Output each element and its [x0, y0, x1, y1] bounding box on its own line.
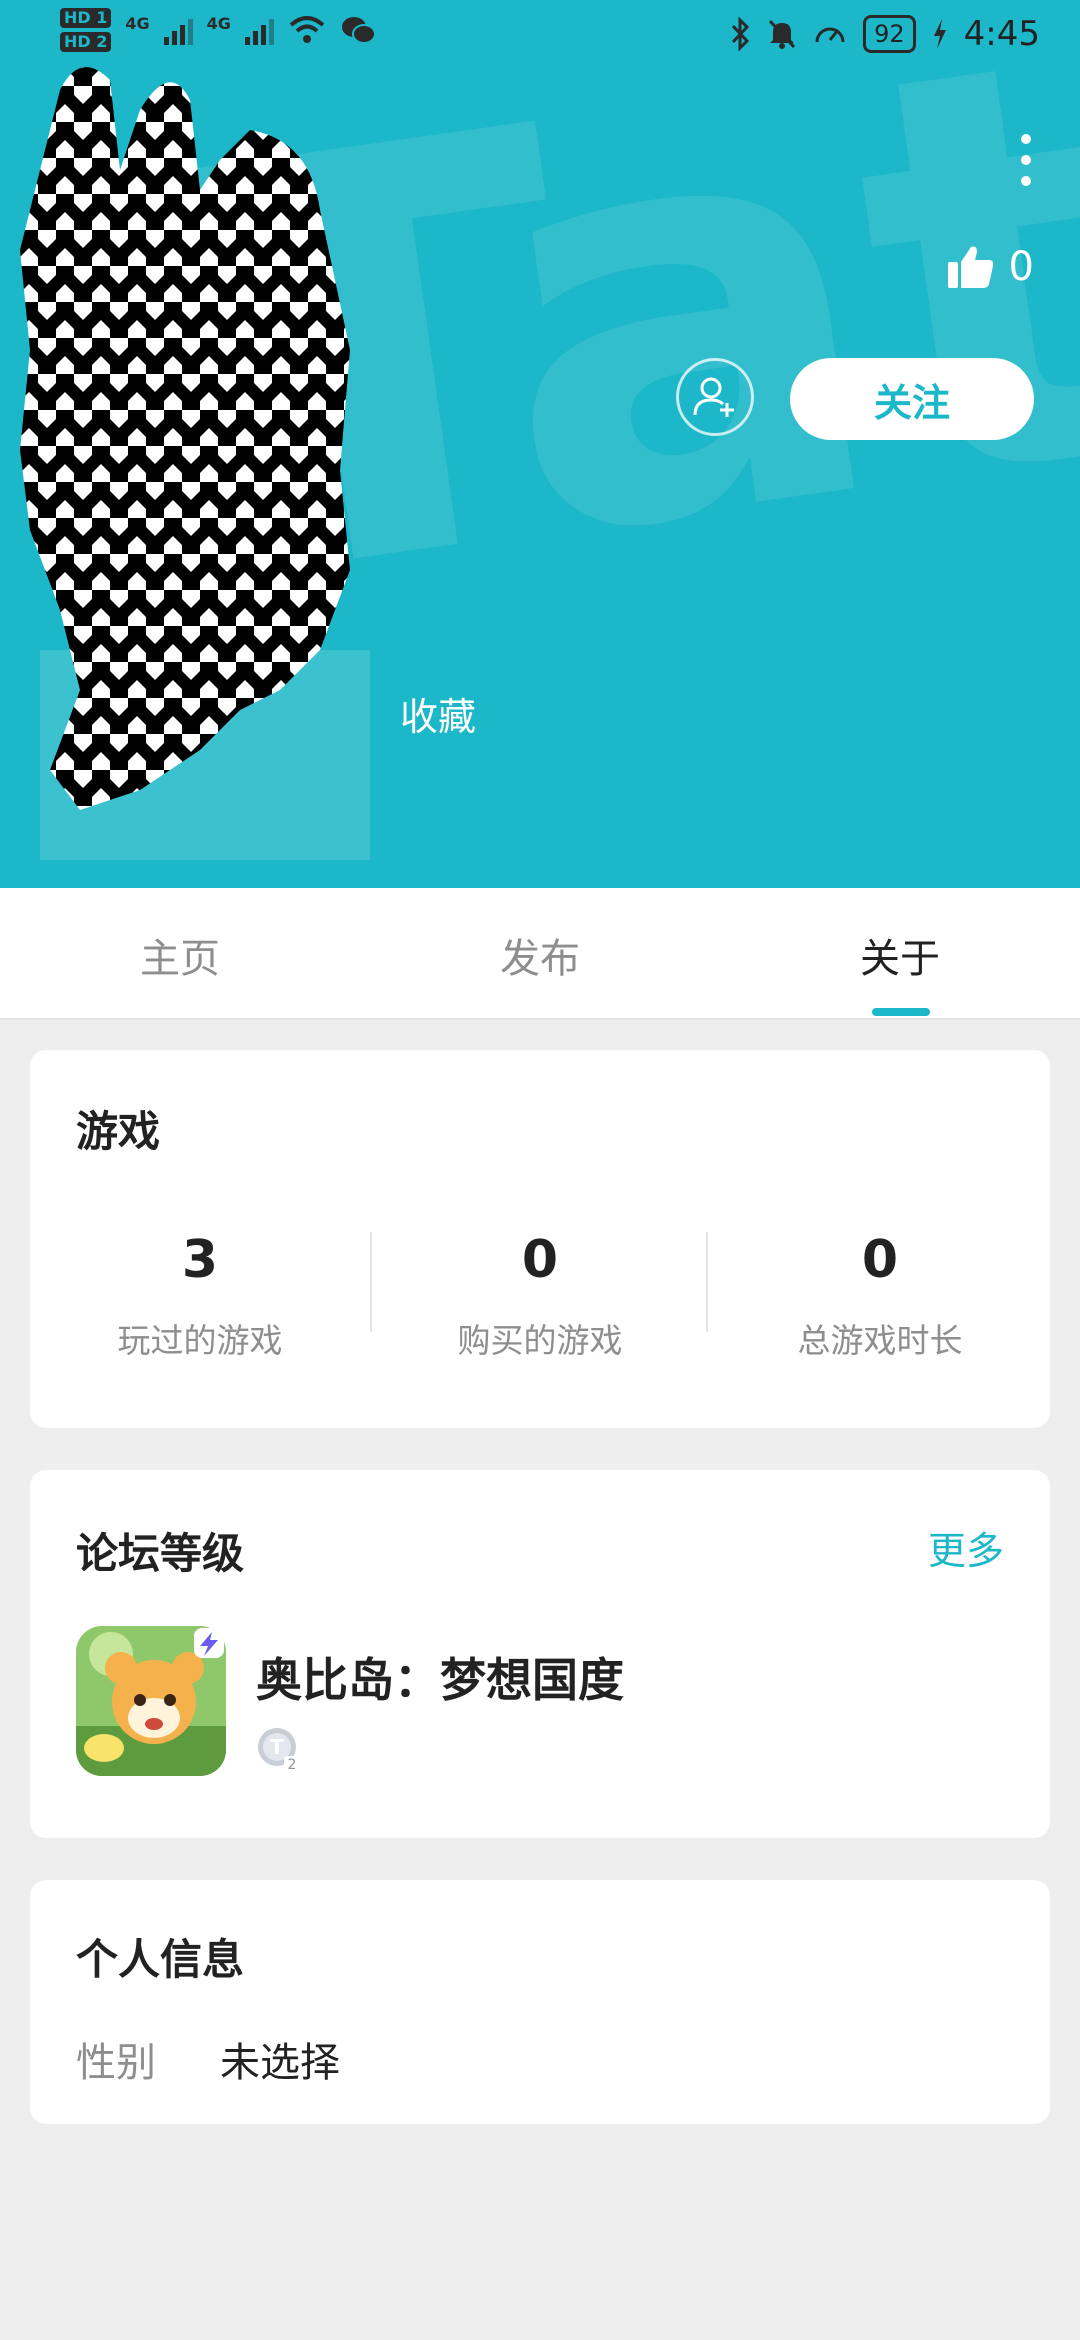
thumbs-up-icon [947, 246, 993, 288]
follow-button[interactable]: 关注 [790, 358, 1034, 440]
more-options-icon[interactable] [1016, 134, 1036, 186]
signal2-icon [244, 15, 274, 45]
add-user-icon [693, 377, 734, 417]
like-count: 0 [1008, 244, 1034, 290]
active-tab-indicator [872, 1008, 930, 1016]
svg-text:T: T [270, 1735, 284, 1759]
stat-purchased-games[interactable]: 0 购买的游戏 [370, 1230, 710, 1362]
battery-indicator: 92 [863, 15, 916, 53]
tab-about[interactable]: 关于 [720, 926, 1080, 984]
status-left: HD 1 HD 2 4G 4G [60, 8, 376, 52]
profile-tabs: 主页 发布 关于 [0, 888, 1080, 1020]
wifi-icon [289, 16, 325, 43]
sim2-badge: HD 2 [60, 32, 112, 52]
redacted-scribble [20, 67, 350, 811]
gender-label: 性别 [76, 2040, 156, 2086]
tab-posts[interactable]: 发布 [360, 926, 720, 984]
add-friend-button[interactable] [676, 358, 754, 436]
forum-level-badge: T 2 [258, 1728, 300, 1772]
stat-value: 0 [861, 1230, 899, 1290]
svg-text:2: 2 [288, 1757, 297, 1772]
forum-card-title: 论坛等级 [76, 1529, 245, 1578]
charging-icon [933, 19, 946, 49]
status-right: 92 4:45 [729, 14, 1040, 54]
sim1-badge: HD 1 [60, 8, 112, 28]
speedometer-icon [815, 27, 845, 43]
forum-level-card: 论坛等级 更多 奥比岛：梦想国度 T 2 [30, 1470, 1050, 1838]
bluetooth-icon [731, 17, 750, 51]
games-card-title: 游戏 [76, 1107, 161, 1156]
game-app-icon[interactable] [76, 1626, 226, 1776]
personal-info-card: 个人信息 性别 未选择 [30, 1880, 1050, 2124]
game-name[interactable]: 奥比岛：梦想国度 [256, 1644, 624, 1710]
wechat-icon [341, 17, 376, 44]
games-card: 游戏 3 玩过的游戏 0 购买的游戏 0 总游戏时长 [30, 1050, 1050, 1428]
personal-card-title: 个人信息 [76, 1935, 245, 1984]
stat-total-playtime[interactable]: 0 总游戏时长 [710, 1230, 1050, 1362]
tab-home[interactable]: 主页 [0, 926, 360, 984]
like-counter[interactable]: 0 [947, 244, 1034, 290]
stat-label: 购买的游戏 [457, 1321, 623, 1360]
stat-divider [706, 1232, 708, 1332]
stat-value: 3 [181, 1230, 219, 1290]
mute-bell-icon [768, 19, 796, 49]
network2-label: 4G [206, 14, 231, 33]
gender-value: 未选择 [220, 2040, 340, 2086]
collect-label[interactable]: 收藏 [400, 686, 476, 741]
signal1-icon [163, 15, 193, 45]
stat-value: 0 [521, 1230, 559, 1290]
more-link[interactable]: 更多 [928, 1520, 1004, 1575]
profile-header: Tat HD 1 HD 2 4G 4G 92 4:45 0 关注 收藏 [0, 0, 1080, 888]
stat-label: 玩过的游戏 [117, 1321, 283, 1360]
sim-indicators: HD 1 HD 2 [60, 8, 112, 52]
game-mascot-icon [76, 1626, 226, 1776]
clock: 4:45 [963, 14, 1040, 54]
stat-played-games[interactable]: 3 玩过的游戏 [30, 1230, 370, 1362]
network1-label: 4G [125, 14, 150, 33]
stat-label: 总游戏时长 [797, 1321, 963, 1360]
